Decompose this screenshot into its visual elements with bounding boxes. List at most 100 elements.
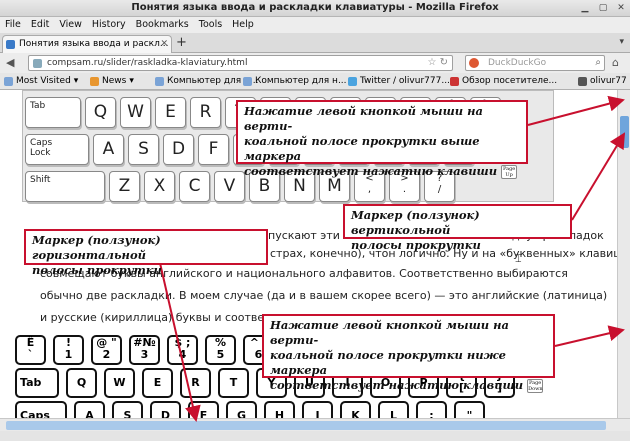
- keyboard-key: $ ; 4: [167, 335, 198, 365]
- url-text: compsam.ru/slider/raskladka-klaviatury.h…: [47, 58, 248, 68]
- keyboard-key: E: [155, 97, 186, 128]
- keyboard-key: R: [180, 368, 211, 398]
- keyboard-key: @ " 2: [91, 335, 122, 365]
- keyboard-key: D: [150, 401, 181, 418]
- keyboard-key: Tab: [15, 368, 59, 398]
- site-identity-icon: [33, 59, 42, 68]
- keyboard-key: V: [214, 171, 245, 202]
- tab-bar: Понятия языка ввода и раскл... ✕ + ▾: [0, 33, 630, 53]
- keyboard-key: Shift: [25, 171, 105, 202]
- keyboard-key: H: [264, 401, 295, 418]
- window-title: Понятия языка ввода и раскладки клавиату…: [131, 2, 499, 13]
- callout-vertical-thumb-text: Маркер (ползунок) вертикольной полосы пр…: [351, 208, 481, 252]
- status-bar: [0, 431, 630, 441]
- tab-active[interactable]: Понятия языка ввода и раскл... ✕: [2, 35, 172, 53]
- callout-horizontal-thumb: Маркер (ползунок) горизонтальной полосы …: [24, 229, 268, 277]
- home-icon[interactable]: ⌂: [612, 56, 619, 69]
- bookmark-icon: [155, 77, 164, 86]
- keyboard-key: :: [416, 401, 447, 418]
- search-placeholder: DuckDuckGo: [488, 58, 547, 68]
- callout-page-up: Нажатие левой кнопкой мыши на верти- коа…: [236, 100, 528, 179]
- keyboard-key: F: [198, 134, 229, 165]
- keyboard-key: ! 1: [53, 335, 84, 365]
- callout-page-down-text: Нажатие левой кнопкой мыши на верти- коа…: [270, 318, 524, 392]
- search-icon[interactable]: ⌕: [595, 56, 601, 70]
- bookmark-icon: [450, 77, 459, 86]
- keyboard-key: C: [179, 171, 210, 202]
- menu-view[interactable]: View: [59, 17, 82, 33]
- keyboard-key: A: [93, 134, 124, 165]
- twitter-icon: [348, 77, 357, 86]
- window-titlebar: Понятия языка ввода и раскладки клавиату…: [0, 0, 630, 17]
- menu-bookmarks[interactable]: Bookmarks: [136, 17, 189, 33]
- horizontal-scroll-thumb[interactable]: [6, 421, 606, 430]
- minimize-icon[interactable]: ▁: [578, 2, 592, 14]
- bookmark-icon: [243, 77, 252, 86]
- callout-page-down: Нажатие левой кнопкой мыши на верти- коа…: [262, 314, 555, 393]
- keyboard-key: Caps Lock: [25, 134, 89, 165]
- bookmark-icon: [578, 77, 587, 86]
- bookmark-star-icon[interactable]: ☆ ↻: [427, 56, 448, 70]
- tab-label: Понятия языка ввода и раскл...: [19, 39, 169, 49]
- keyboard-key: W: [104, 368, 135, 398]
- keyboard-key: R: [190, 97, 221, 128]
- bookmark-olivur[interactable]: olivur77: [578, 73, 627, 90]
- menu-help[interactable]: Help: [232, 17, 254, 33]
- bookmark-twitter[interactable]: Twitter / olivur777...: [348, 73, 450, 90]
- duckduckgo-icon: [469, 58, 479, 68]
- callout-vertical-thumb: Маркер (ползунок) вертикольной полосы пр…: [343, 204, 572, 252]
- mouse-cursor-icon: ⌶: [515, 252, 522, 265]
- tab-close-icon[interactable]: ✕: [160, 36, 168, 52]
- keyboard-key: X: [144, 171, 175, 202]
- favicon-icon: [6, 40, 15, 49]
- keyboard-key: G: [226, 401, 257, 418]
- keyboard-key: Q: [66, 368, 97, 398]
- bookmark-computer-2[interactable]: Компьютер для н...: [243, 73, 347, 90]
- keyboard-key: Caps: [15, 401, 67, 418]
- keyboard-key: L: [378, 401, 409, 418]
- close-icon[interactable]: ✕: [614, 2, 628, 14]
- keyboard-key: W: [120, 97, 151, 128]
- keyboard-key: F: [188, 401, 219, 418]
- keyboard-key: S: [128, 134, 159, 165]
- keyboard-key: Z: [109, 171, 140, 202]
- keyboard-key: A: [74, 401, 105, 418]
- menu-history[interactable]: History: [92, 17, 126, 33]
- keyboard-key: #№ 3: [129, 335, 160, 365]
- new-tab-icon[interactable]: +: [176, 36, 187, 50]
- search-input[interactable]: DuckDuckGo ⌕: [465, 55, 605, 71]
- tab-list-icon[interactable]: ▾: [619, 37, 624, 47]
- keyboard-key: K: [340, 401, 371, 418]
- article-line-1-mid: пускают эти: [268, 229, 340, 242]
- url-bar[interactable]: compsam.ru/slider/raskladka-klaviatury.h…: [28, 55, 453, 71]
- keyboard-key: Q: [85, 97, 116, 128]
- menu-bar: File Edit View History Bookmarks Tools H…: [0, 17, 630, 33]
- navigation-bar: ◀ compsam.ru/slider/raskladka-klaviatury…: [0, 53, 630, 73]
- maximize-icon[interactable]: ▢: [596, 2, 610, 14]
- menu-edit[interactable]: Edit: [31, 17, 49, 33]
- horizontal-scrollbar[interactable]: [0, 418, 630, 431]
- bookmark-most-visited[interactable]: Most Visited ▾: [4, 73, 78, 90]
- callout-page-up-text: Нажатие левой кнопкой мыши на верти- коа…: [244, 104, 498, 178]
- page-up-key-icon: Page Up: [501, 165, 518, 179]
- bookmark-review[interactable]: Обзор посетителе...: [450, 73, 557, 90]
- menu-file[interactable]: File: [5, 17, 21, 33]
- vertical-scrollbar[interactable]: [617, 90, 630, 418]
- keyboard-key: E: [142, 368, 173, 398]
- article-line-4: обычно две раскладки. В моем случае (да …: [40, 289, 608, 302]
- folder-icon: [4, 77, 13, 86]
- keyboard-key: T: [218, 368, 249, 398]
- keyboard-key: Tab: [25, 97, 81, 128]
- keyboard-key: J: [302, 401, 333, 418]
- bookmarks-bar: Most Visited ▾ News ▾ Компьютер для н... К…: [0, 73, 630, 90]
- keyboard-key: S: [112, 401, 143, 418]
- menu-tools[interactable]: Tools: [199, 17, 222, 33]
- keyboard-key: ": [454, 401, 485, 418]
- vertical-scroll-thumb[interactable]: [620, 116, 629, 148]
- bookmark-news[interactable]: News ▾: [90, 73, 134, 90]
- keyboard-key: Ё `: [15, 335, 46, 365]
- callout-horizontal-thumb-text: Маркер (ползунок) горизонтальной полосы …: [32, 233, 162, 277]
- back-icon[interactable]: ◀: [6, 56, 14, 69]
- keyboard-key: % 5: [205, 335, 236, 365]
- rss-icon: [90, 77, 99, 86]
